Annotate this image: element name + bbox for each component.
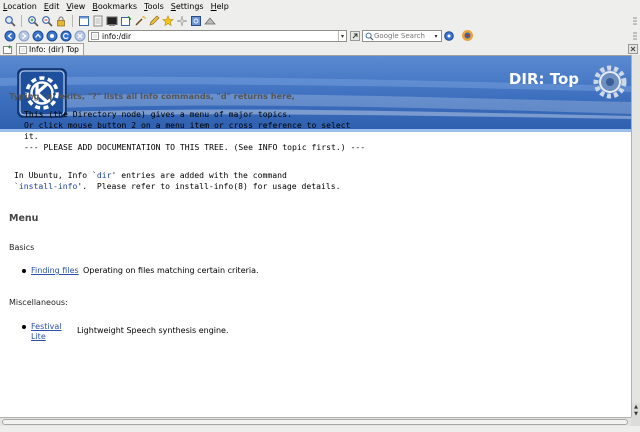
search-engine-icon[interactable] (364, 31, 374, 41)
page-favicon-icon (91, 32, 99, 40)
menu-link-festival-lite[interactable]: Festival Lite (31, 322, 65, 342)
location-bar[interactable]: info:/dir ▾ (88, 30, 347, 42)
forward-icon[interactable] (18, 30, 30, 42)
tab-page-icon (19, 45, 27, 54)
section-basics: Basics (9, 243, 35, 252)
intro-text: This (the Directory node) gives a menu o… (24, 109, 366, 152)
new-window-icon[interactable] (120, 15, 132, 27)
ubuntu-note-text: In Ubuntu, Info ` (14, 170, 97, 180)
search-engine-dropdown[interactable]: ▾ (432, 33, 440, 40)
shell-icon[interactable] (204, 15, 216, 27)
ubuntu-note: In Ubuntu, Info `dir' entries are added … (14, 170, 341, 192)
bookmark-star-icon[interactable] (162, 15, 174, 27)
tab-bar: Info: (dir) Top (0, 43, 640, 55)
zoom-in-icon[interactable] (27, 15, 39, 27)
tab-info-dir-top[interactable]: Info: (dir) Top (16, 43, 84, 55)
ubuntu-note-text: '. Please refer to install-info(8) for u… (77, 181, 341, 191)
back-icon[interactable] (4, 30, 16, 42)
stop-icon[interactable] (74, 30, 86, 42)
edit-icon[interactable] (148, 15, 160, 27)
tab-label: Info: (dir) Top (29, 45, 79, 54)
reload-icon[interactable] (60, 30, 72, 42)
konqueror-logo-icon[interactable] (461, 29, 474, 42)
go-icon[interactable] (350, 31, 360, 41)
menu-help[interactable]: Help (211, 2, 229, 11)
scroll-corner (631, 417, 640, 426)
page-icon[interactable] (92, 15, 104, 27)
status-bar (0, 426, 640, 432)
bullet (22, 325, 26, 329)
ubuntu-note-text: ' entries are added with the command (111, 170, 287, 180)
toolbar-separator (21, 15, 22, 27)
toolbar-grip[interactable] (632, 16, 638, 26)
toolbar-separator (72, 15, 73, 27)
menu-location[interactable]: Location (3, 2, 37, 11)
scroll-down-arrow-icon[interactable]: ▼ (632, 410, 640, 417)
info-hint: Typing "q" exits, "?" lists all Info com… (9, 91, 295, 101)
close-tab-icon[interactable] (628, 44, 638, 54)
menu-view[interactable]: View (66, 2, 85, 11)
lock-icon[interactable] (55, 15, 67, 27)
zoom-out-icon[interactable] (41, 15, 53, 27)
gear-logo-icon (593, 65, 627, 99)
search-input[interactable] (374, 32, 432, 40)
up-icon[interactable] (32, 30, 44, 42)
find-icon[interactable] (4, 15, 16, 27)
page-content: DIR: Top Typing "q" exits, "?" lists all… (0, 55, 631, 417)
menu-edit[interactable]: Edit (44, 2, 60, 11)
menu-settings[interactable]: Settings (171, 2, 204, 11)
home-icon[interactable] (46, 30, 58, 42)
main-toolbar (0, 13, 640, 29)
list-item: Festival Lite Lightweight Speech synthes… (22, 322, 229, 342)
terminal-icon[interactable] (106, 15, 118, 27)
search-bar[interactable]: ▾ (362, 30, 442, 42)
new-tab-icon[interactable] (2, 44, 14, 55)
toolbar-grip[interactable] (632, 31, 638, 41)
menu-tools[interactable]: Tools (144, 2, 164, 11)
bullet (22, 269, 26, 273)
menu-item-description: Operating on files matching certain crit… (83, 266, 259, 275)
menu-link-finding-files[interactable]: Finding files (31, 266, 79, 275)
list-item: Finding files Operating on files matchin… (22, 266, 259, 275)
browser-window: Location Edit View Bookmarks Tools Setti… (0, 0, 640, 432)
horizontal-scrollbar[interactable] (0, 417, 631, 426)
url-history-dropdown[interactable]: ▾ (338, 31, 346, 41)
page-title: DIR: Top (508, 70, 579, 88)
clear-search-icon[interactable] (444, 31, 454, 41)
scroll-up-arrow-icon[interactable]: ▲ (632, 403, 640, 410)
menubar: Location Edit View Bookmarks Tools Setti… (0, 0, 640, 13)
sparkle-icon[interactable] (176, 15, 188, 27)
window-icon[interactable] (78, 15, 90, 27)
menu-item-description: Lightweight Speech synthesis engine. (77, 326, 229, 335)
sync-icon[interactable] (190, 15, 202, 27)
section-miscellaneous: Miscellaneous: (9, 298, 68, 307)
menu-bookmarks[interactable]: Bookmarks (92, 2, 137, 11)
horizontal-scroll-thumb[interactable] (2, 419, 628, 425)
wand-icon[interactable] (134, 15, 146, 27)
dir-code: dir (96, 170, 112, 180)
install-info-code: `install-info (14, 181, 78, 191)
url-input[interactable]: info:/dir (102, 32, 338, 41)
vertical-scrollbar[interactable]: ▲ ▼ (631, 55, 640, 417)
menu-heading: Menu (9, 213, 39, 224)
